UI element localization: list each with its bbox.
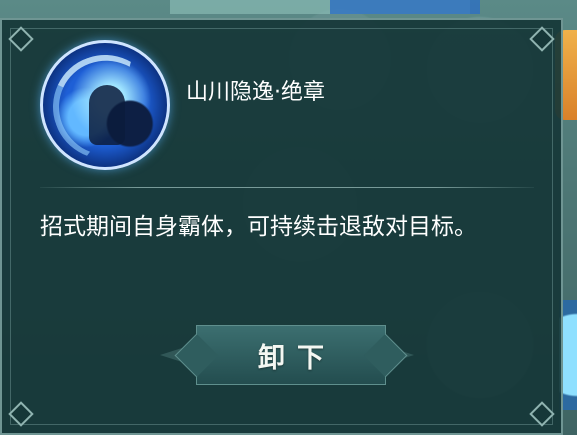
skill-portrait-icon [40,40,170,170]
divider [40,187,534,188]
unload-button-label: 卸下 [258,342,336,374]
skill-description: 招式期间自身霸体，可持续击退敌对目标。 [40,214,477,240]
background-blue-tab [330,0,480,14]
skill-title: 山川隐逸·绝章 [186,80,325,105]
unload-button[interactable]: 卸下 [196,325,386,385]
portrait-figure [89,85,125,145]
